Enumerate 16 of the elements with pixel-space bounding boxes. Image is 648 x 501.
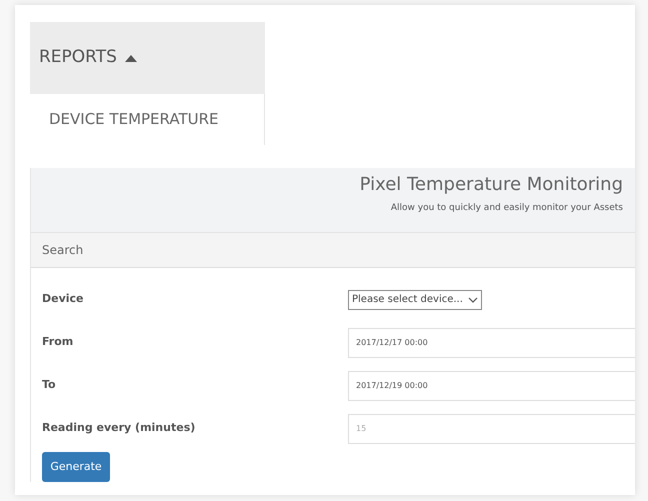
input-field[interactable]: 15 [348, 414, 635, 444]
field-label: Reading every (minutes) [42, 420, 196, 436]
generate-button[interactable]: Generate [42, 452, 110, 482]
menu-header[interactable]: REPORTS [30, 22, 265, 94]
device-select[interactable]: Please select device... [348, 290, 482, 310]
search-heading: Search [42, 242, 84, 259]
menu-item[interactable]: DEVICE TEMPERATURE [49, 108, 218, 131]
field-label: From [42, 334, 74, 350]
chevron-down-icon [468, 296, 478, 302]
input-field[interactable]: 2017/12/17 00:00 [348, 328, 635, 358]
input-field[interactable]: 2017/12/19 00:00 [348, 370, 635, 400]
field-label: Device [42, 291, 85, 308]
panel-subtitle: Allow you to quickly and easily monitor your Assets [390, 202, 623, 215]
panel-title: Pixel Temperature Monitoring [360, 176, 623, 194]
field-label: To [42, 377, 57, 394]
caret-up-icon [124, 54, 137, 62]
